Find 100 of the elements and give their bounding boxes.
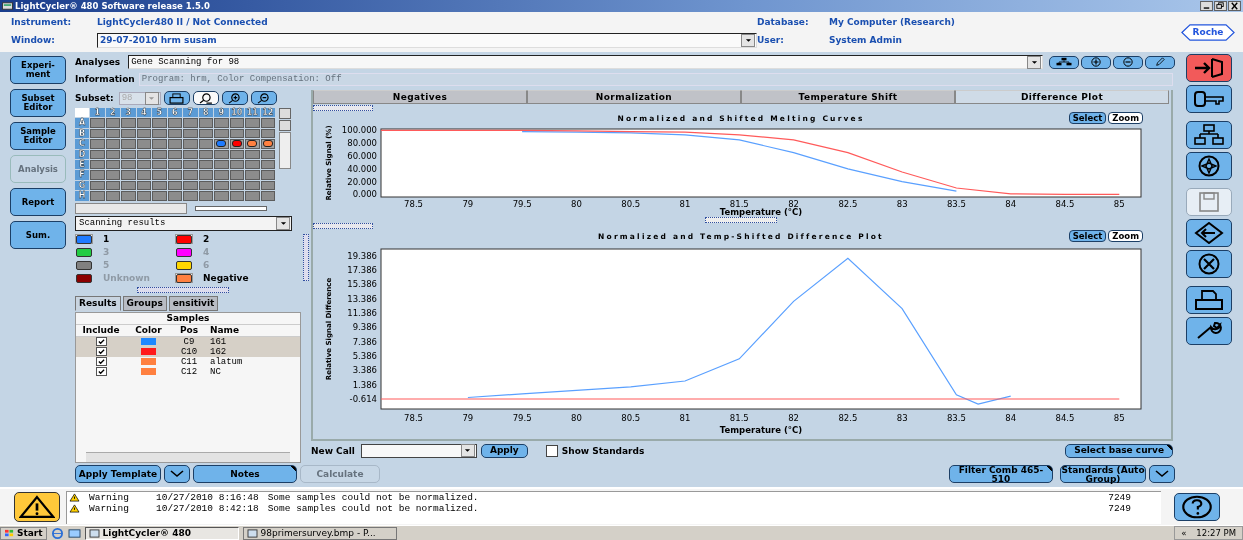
checkbox[interactable] <box>545 444 558 457</box>
color-swatch[interactable] <box>175 260 193 270</box>
axis-tick-label: 80 <box>571 413 582 423</box>
tab[interactable]: Normalization <box>527 90 741 104</box>
cancel-button[interactable] <box>1186 250 1232 278</box>
database-value: My Computer (Research) <box>829 16 956 27</box>
key-button[interactable] <box>1186 85 1232 113</box>
horizontal-scrollbar[interactable] <box>75 203 187 214</box>
information-field[interactable]: Program: hrm, Color Compensation: Off <box>138 72 1173 86</box>
taskbar-button[interactable]: LightCycler® 480 <box>84 526 239 540</box>
splitter-handle[interactable] <box>137 286 229 293</box>
dropdown-button[interactable] <box>1149 465 1175 483</box>
apply-button[interactable]: Apply <box>480 443 528 458</box>
legend-label: 3 <box>103 247 110 257</box>
color-swatch[interactable] <box>175 247 193 257</box>
color-swatch[interactable] <box>75 247 93 257</box>
include-checkbox[interactable] <box>95 367 107 376</box>
zoom-button[interactable]: Zoom <box>1108 230 1143 242</box>
nav-button[interactable]: Report <box>10 188 66 216</box>
standards-button[interactable]: Standards (Auto Group) <box>1060 465 1146 483</box>
axis-tick-label: 84.5 <box>1055 199 1075 209</box>
zoom-button[interactable] <box>192 91 219 105</box>
nav-button[interactable]: Experi-ment <box>10 56 66 84</box>
sample-row[interactable]: C12 NC <box>76 366 300 377</box>
desktop-icon[interactable] <box>67 527 81 539</box>
exit-button[interactable] <box>1186 54 1232 82</box>
tab[interactable]: ensitivit <box>168 295 219 311</box>
taskbar-button[interactable]: 98primersurvey.bmp - P... <box>242 526 397 540</box>
include-checkbox[interactable] <box>95 357 107 366</box>
collapse-handle[interactable] <box>313 223 373 229</box>
start-button[interactable]: Start <box>0 526 47 540</box>
splitter-handle[interactable] <box>705 217 777 223</box>
hierarchy-button[interactable] <box>1049 55 1079 69</box>
navigation-button[interactable] <box>1186 152 1232 180</box>
apply-template-button[interactable]: Apply Template <box>75 465 161 483</box>
nav-button[interactable]: Sample Editor <box>10 122 66 150</box>
tray-expand[interactable]: « <box>1181 528 1187 538</box>
help-button[interactable] <box>1174 493 1220 521</box>
axis-tick-label: 13.386 <box>347 293 377 304</box>
axis-tick-label: 82 <box>788 413 799 423</box>
axis-tick-label: 79.5 <box>512 413 532 423</box>
print-button[interactable] <box>1186 286 1232 314</box>
select-button[interactable]: Select <box>1068 230 1107 242</box>
sample-row[interactable]: C11 alatum <box>76 356 300 367</box>
axis-tick-label: 78.5 <box>404 413 424 423</box>
close-icon[interactable] <box>1228 1 1241 11</box>
hierarchy-button[interactable] <box>1186 121 1232 149</box>
color-swatch[interactable] <box>175 273 193 283</box>
browser-icon[interactable] <box>50 527 64 539</box>
diamond-arrow-button[interactable] <box>1186 219 1232 247</box>
table-title: Samples <box>76 312 300 325</box>
results-dropdown[interactable]: Scanning results <box>75 215 292 231</box>
axis-tick-label: 85 <box>1113 413 1125 423</box>
window-dropdown[interactable]: 29-07-2010 hrm susam <box>97 32 757 48</box>
exit-icon <box>1193 57 1225 79</box>
nav-button[interactable]: Sum. <box>10 221 66 249</box>
axis-title: Temperature (°C) <box>719 207 803 217</box>
print-button[interactable] <box>163 91 190 105</box>
add-button[interactable] <box>1081 55 1111 69</box>
tab[interactable]: Temperature Shift <box>741 90 955 104</box>
nav-button[interactable]: Subset Editor <box>10 89 66 117</box>
filter-button[interactable]: Filter Comb 465-510 <box>949 465 1053 483</box>
sample-row[interactable]: C10 162 <box>76 346 300 357</box>
analyses-dropdown[interactable]: Gene Scanning for 98 <box>128 55 1043 69</box>
wrench-button[interactable] <box>1186 317 1232 345</box>
tab[interactable]: Groups <box>122 295 167 311</box>
color-swatch[interactable] <box>75 273 93 283</box>
axis-tick-label: 60.000 <box>347 150 377 161</box>
axis-tick-label: 84 <box>1005 199 1017 209</box>
restore-icon[interactable] <box>1214 1 1227 11</box>
collapse-handle[interactable] <box>313 105 373 111</box>
tab[interactable]: Difference Plot <box>955 90 1169 104</box>
legend-label: 6 <box>203 260 210 270</box>
zoom-in-button[interactable] <box>221 91 248 105</box>
select-all-cell[interactable] <box>75 108 89 118</box>
axis-tick-label: 81 <box>679 199 691 209</box>
axis-tick-label: 82.5 <box>838 413 858 423</box>
splitter-handle[interactable] <box>303 234 309 281</box>
horizontal-scrollbar[interactable] <box>86 452 290 462</box>
printer-icon <box>169 92 185 104</box>
warning-button[interactable] <box>14 492 60 522</box>
dropdown-arrow-icon <box>148 95 156 101</box>
zoom-out-button[interactable] <box>250 91 277 105</box>
include-checkbox[interactable] <box>95 347 107 356</box>
sample-row[interactable]: C9 161 <box>76 336 300 347</box>
remove-button[interactable] <box>1113 55 1143 69</box>
include-checkbox[interactable] <box>95 337 107 346</box>
notes-button[interactable]: Notes <box>193 465 297 483</box>
color-swatch[interactable] <box>75 260 93 270</box>
color-swatch[interactable] <box>175 234 193 244</box>
new-call-dropdown[interactable] <box>360 443 477 458</box>
tab[interactable]: Results <box>75 295 121 311</box>
minimize-icon[interactable] <box>1200 1 1213 11</box>
color-swatch[interactable] <box>75 234 93 244</box>
dropdown-button[interactable] <box>164 465 190 483</box>
tab[interactable]: Negatives <box>313 90 527 104</box>
zoom-button[interactable]: Zoom <box>1108 112 1143 124</box>
select-button[interactable]: Select <box>1068 112 1107 124</box>
select-base-curve-button[interactable]: Select base curve <box>1065 443 1173 458</box>
edit-button[interactable] <box>1145 55 1175 69</box>
